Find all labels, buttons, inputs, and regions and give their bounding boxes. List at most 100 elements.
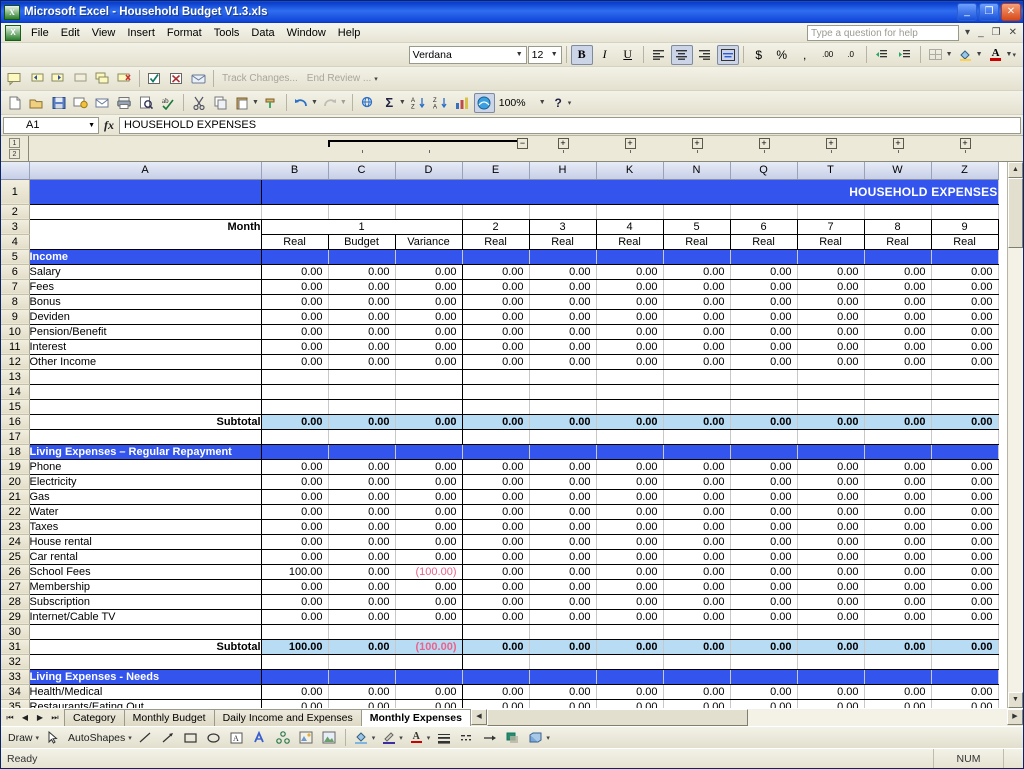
item-value-cell[interactable]: 0.00	[261, 549, 329, 565]
item-value-cell[interactable]: 0.00	[864, 564, 932, 580]
draw-menu-button[interactable]: Draw	[5, 732, 36, 744]
item-value-cell[interactable]: 0.00	[663, 354, 731, 370]
drawing-icon[interactable]	[473, 92, 495, 113]
item-value-cell[interactable]	[797, 399, 865, 415]
column-subheader-cell[interactable]: Real	[931, 234, 999, 250]
item-value-cell[interactable]: 0.00	[261, 579, 329, 595]
item-value-cell[interactable]: 0.00	[864, 609, 932, 625]
item-value-cell[interactable]: 0.00	[730, 549, 798, 565]
item-value-cell[interactable]: 0.00	[462, 684, 530, 700]
item-value-cell[interactable]: 0.00	[864, 549, 932, 565]
subtotal-label-cell[interactable]: Subtotal	[29, 639, 262, 655]
subtotal-value-cell[interactable]: 0.00	[328, 414, 396, 430]
item-value-cell[interactable]: 0.00	[797, 579, 865, 595]
item-value-cell[interactable]: 0.00	[529, 489, 597, 505]
spelling-icon[interactable]: ab	[158, 93, 179, 113]
scroll-down-button[interactable]: ▼	[1008, 692, 1023, 708]
mail-recipient-icon[interactable]	[188, 69, 209, 89]
item-value-cell[interactable]: 0.00	[931, 594, 999, 610]
item-value-cell[interactable]: 0.00	[797, 504, 865, 520]
sheet-tab-monthly-budget[interactable]: Monthly Budget	[123, 709, 215, 726]
item-value-cell[interactable]: 0.00	[529, 684, 597, 700]
grid-cell-blank[interactable]	[29, 234, 262, 250]
item-value-cell[interactable]: 0.00	[529, 519, 597, 535]
subtotal-value-cell[interactable]: 0.00	[663, 639, 731, 655]
chevron-down-icon[interactable]: ▼	[976, 51, 983, 58]
select-objects-icon[interactable]	[42, 728, 63, 748]
underline-button[interactable]: U	[617, 45, 639, 65]
item-value-cell[interactable]: 0.00	[864, 294, 932, 310]
item-value-cell[interactable]: 0.00	[261, 519, 329, 535]
item-value-cell[interactable]: 0.00	[261, 504, 329, 520]
permission-icon[interactable]	[70, 93, 91, 113]
item-value-cell[interactable]: 0.00	[864, 489, 932, 505]
item-value-cell[interactable]: 0.00	[931, 699, 999, 708]
item-value-cell[interactable]	[596, 399, 664, 415]
item-value-cell[interactable]	[931, 369, 999, 385]
item-value-cell[interactable]: 0.00	[395, 339, 463, 355]
font-color-icon[interactable]: A	[406, 728, 427, 748]
item-value-cell[interactable]: 0.00	[596, 309, 664, 325]
line-color-icon[interactable]	[378, 728, 399, 748]
item-value-cell[interactable]: 0.00	[395, 279, 463, 295]
grid-cell-blank[interactable]	[730, 429, 798, 445]
align-left-icon[interactable]	[648, 45, 670, 65]
item-value-cell[interactable]: 0.00	[931, 489, 999, 505]
column-header-t[interactable]: T	[797, 162, 865, 180]
item-value-cell[interactable]	[261, 624, 329, 640]
item-value-cell[interactable]: 0.00	[931, 474, 999, 490]
item-value-cell[interactable]: 0.00	[462, 564, 530, 580]
item-value-cell[interactable]	[797, 384, 865, 400]
toolbar-overflow-icon[interactable]: ▾	[568, 99, 572, 107]
item-value-cell[interactable]: 0.00	[328, 564, 396, 580]
grid-cell-blank[interactable]	[730, 654, 798, 670]
item-value-cell[interactable]: 0.00	[931, 279, 999, 295]
line-icon[interactable]	[135, 728, 156, 748]
item-value-cell[interactable]: 0.00	[596, 324, 664, 340]
grid-cell-blank[interactable]	[596, 429, 664, 445]
item-value-cell[interactable]: 0.00	[596, 459, 664, 475]
item-value-cell[interactable]: 0.00	[864, 339, 932, 355]
chevron-down-icon[interactable]: ▾	[399, 734, 403, 742]
item-value-cell[interactable]: 0.00	[529, 549, 597, 565]
item-value-cell[interactable]: 0.00	[395, 324, 463, 340]
column-subheader-cell[interactable]: Real	[261, 234, 329, 250]
item-value-cell[interactable]: 0.00	[730, 489, 798, 505]
subtotal-value-cell[interactable]: 0.00	[395, 414, 463, 430]
autosum-button[interactable]: Σ	[379, 93, 400, 113]
item-label-cell[interactable]: Fees	[29, 279, 262, 295]
item-value-cell[interactable]: 0.00	[864, 504, 932, 520]
item-value-cell[interactable]: 0.00	[395, 549, 463, 565]
grid-cell-a1-area[interactable]	[29, 179, 262, 205]
grid-cell-blank[interactable]	[29, 654, 262, 670]
item-value-cell[interactable]: 0.00	[931, 579, 999, 595]
item-value-cell[interactable]: 0.00	[328, 579, 396, 595]
chevron-down-icon[interactable]: ▾	[36, 734, 40, 742]
italic-button[interactable]: I	[594, 45, 616, 65]
column-header-h[interactable]: H	[529, 162, 597, 180]
item-label-cell[interactable]: House rental	[29, 534, 262, 550]
chevron-down-icon[interactable]: ▼	[539, 99, 546, 106]
item-value-cell[interactable]: 0.00	[462, 609, 530, 625]
subtotal-value-cell[interactable]: 0.00	[864, 639, 932, 655]
column-header-d[interactable]: D	[395, 162, 463, 180]
shadow-style-icon[interactable]	[502, 728, 523, 748]
arrow-style-icon[interactable]	[479, 728, 500, 748]
horizontal-scroll-thumb[interactable]	[486, 709, 748, 726]
grid-cell-blank[interactable]	[663, 654, 731, 670]
item-value-cell[interactable]: 0.00	[395, 579, 463, 595]
item-value-cell[interactable]: 0.00	[596, 534, 664, 550]
row-header-18[interactable]: 18	[1, 444, 30, 460]
grid-cell-blank[interactable]	[395, 654, 463, 670]
item-value-cell[interactable]	[663, 399, 731, 415]
item-value-cell[interactable]: 0.00	[596, 354, 664, 370]
item-value-cell[interactable]: 0.00	[261, 279, 329, 295]
accept-task-icon[interactable]	[144, 69, 165, 89]
item-value-cell[interactable]	[864, 369, 932, 385]
item-value-cell[interactable]: 0.00	[462, 534, 530, 550]
item-value-cell[interactable]: 0.00	[529, 474, 597, 490]
hyperlink-icon[interactable]	[357, 93, 378, 113]
item-value-cell[interactable]: 0.00	[529, 279, 597, 295]
item-value-cell[interactable]: 0.00	[663, 609, 731, 625]
scroll-left-button[interactable]: ◀	[470, 709, 487, 725]
